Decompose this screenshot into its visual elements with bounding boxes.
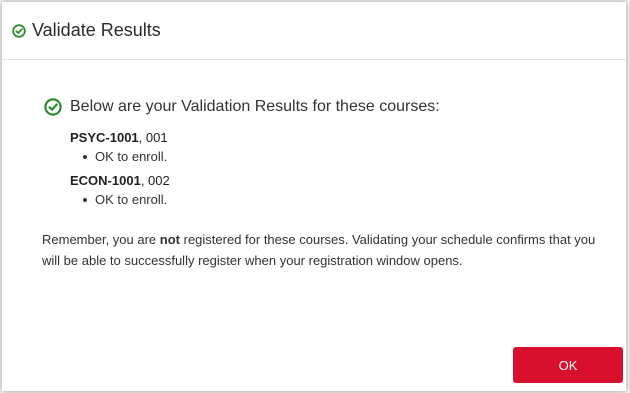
- intro-text: Below are your Validation Results for th…: [70, 98, 440, 115]
- validate-results-dialog: Validate Results Below are your Validati…: [2, 2, 626, 391]
- check-circle-icon: [44, 98, 62, 116]
- course-status: OK to enroll.: [83, 192, 626, 207]
- course-item: PSYC-1001, 001 OK to enroll.: [70, 130, 626, 164]
- ok-button[interactable]: OK: [513, 347, 623, 383]
- course-heading: PSYC-1001, 001: [70, 130, 626, 145]
- course-code: PSYC-1001: [70, 130, 139, 145]
- dialog-body: Below are your Validation Results for th…: [2, 60, 626, 271]
- course-status-text: OK to enroll.: [95, 149, 168, 164]
- note-emphasis: not: [159, 232, 180, 247]
- course-heading: ECON-1001, 002: [70, 173, 626, 188]
- course-section: , 002: [140, 173, 170, 188]
- registration-note: Remember, you are not registered for the…: [42, 229, 602, 271]
- check-circle-icon: [12, 23, 26, 38]
- dialog-title: Validate Results: [32, 20, 161, 40]
- bullet-icon: [83, 154, 87, 159]
- note-text-before: Remember, you are: [42, 232, 160, 247]
- bullet-icon: [83, 197, 87, 202]
- course-status-text: OK to enroll.: [95, 192, 168, 207]
- course-status: OK to enroll.: [83, 149, 626, 164]
- course-item: ECON-1001, 002 OK to enroll.: [70, 173, 626, 207]
- validation-intro: Below are your Validation Results for th…: [44, 98, 626, 116]
- course-section: , 001: [138, 130, 168, 145]
- course-list: PSYC-1001, 001 OK to enroll. ECON-1001, …: [70, 130, 626, 207]
- dialog-header: Validate Results: [2, 2, 626, 60]
- course-code: ECON-1001: [70, 173, 141, 188]
